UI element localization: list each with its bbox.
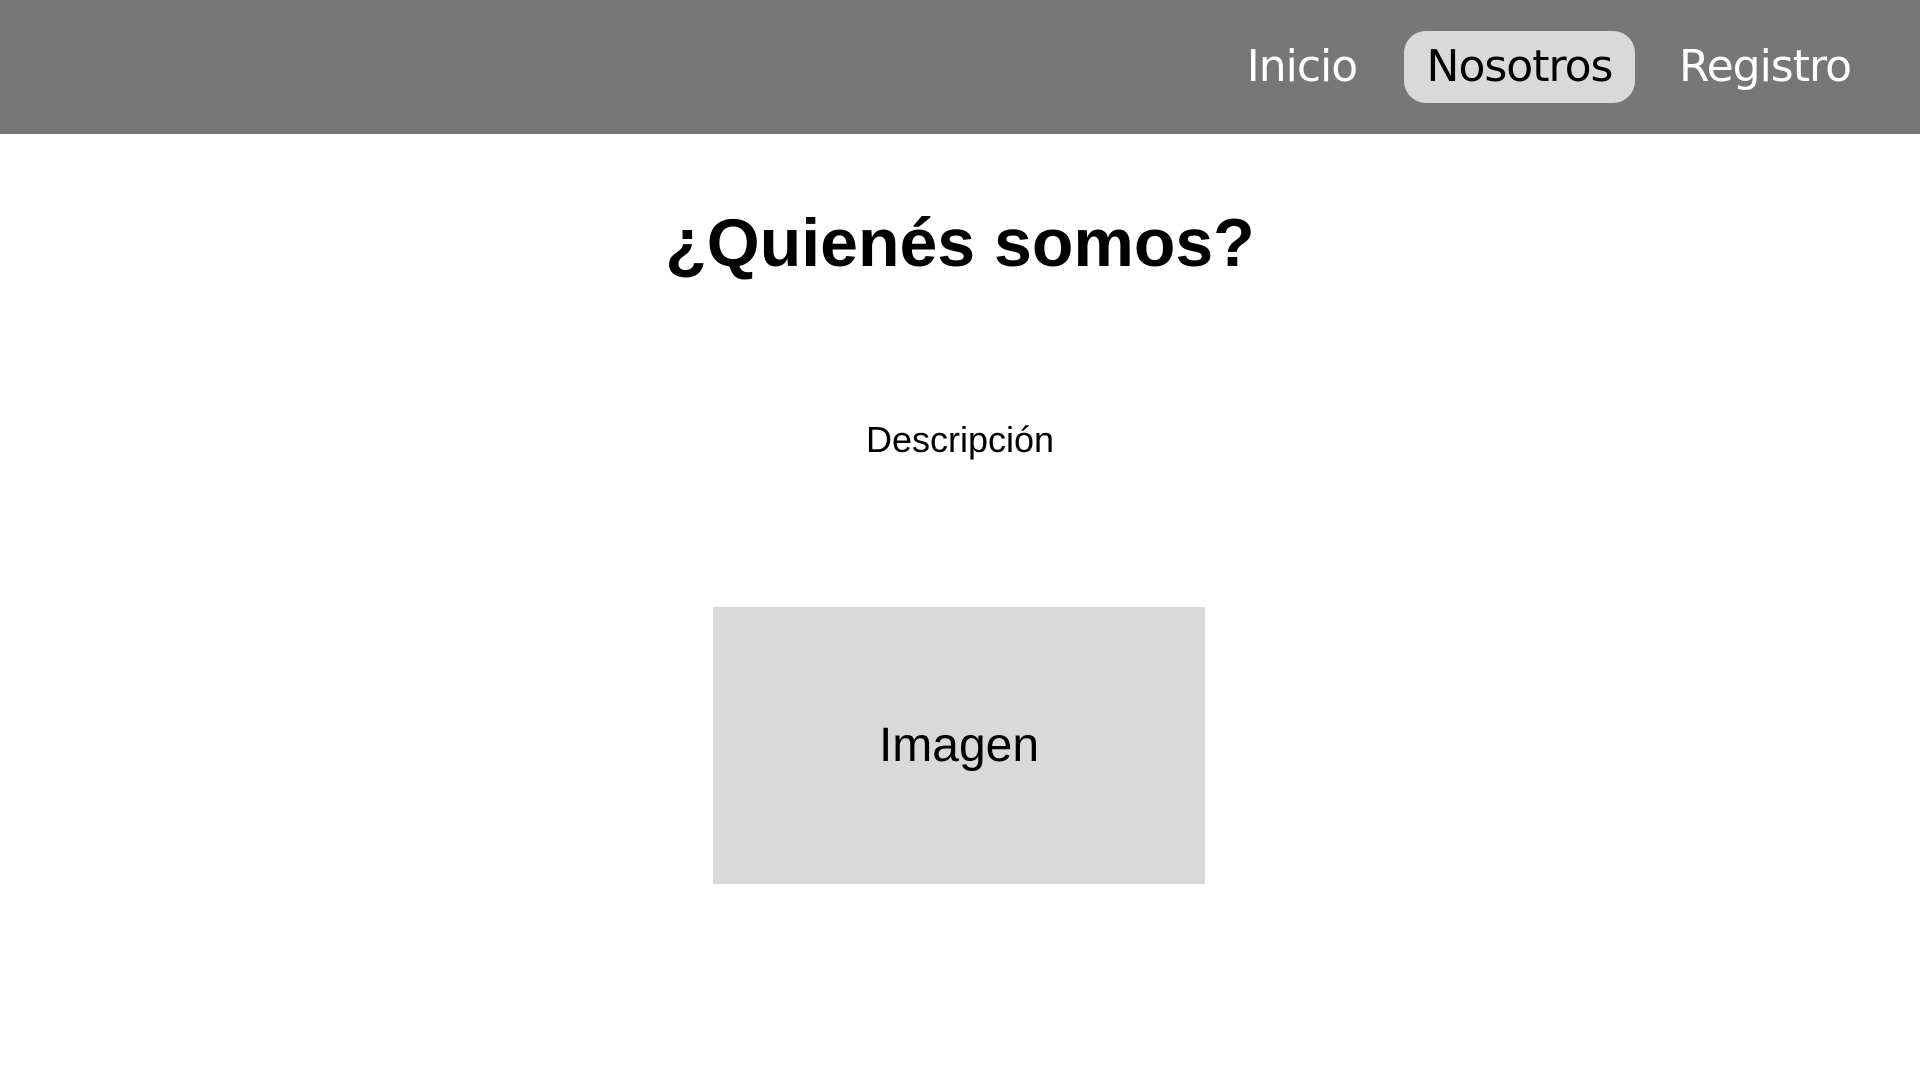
nav-link-inicio[interactable]: Inicio [1236, 31, 1368, 103]
nav-link-nosotros[interactable]: Nosotros [1404, 31, 1635, 103]
top-navbar: Inicio Nosotros Registro [0, 0, 1920, 134]
description-text: Descripción [865, 419, 1055, 460]
page-title: ¿Quienés somos? [665, 205, 1255, 281]
image-placeholder-label: Imagen [878, 719, 1040, 772]
image-placeholder: Imagen [713, 607, 1205, 884]
nav-link-registro[interactable]: Registro [1674, 31, 1856, 103]
